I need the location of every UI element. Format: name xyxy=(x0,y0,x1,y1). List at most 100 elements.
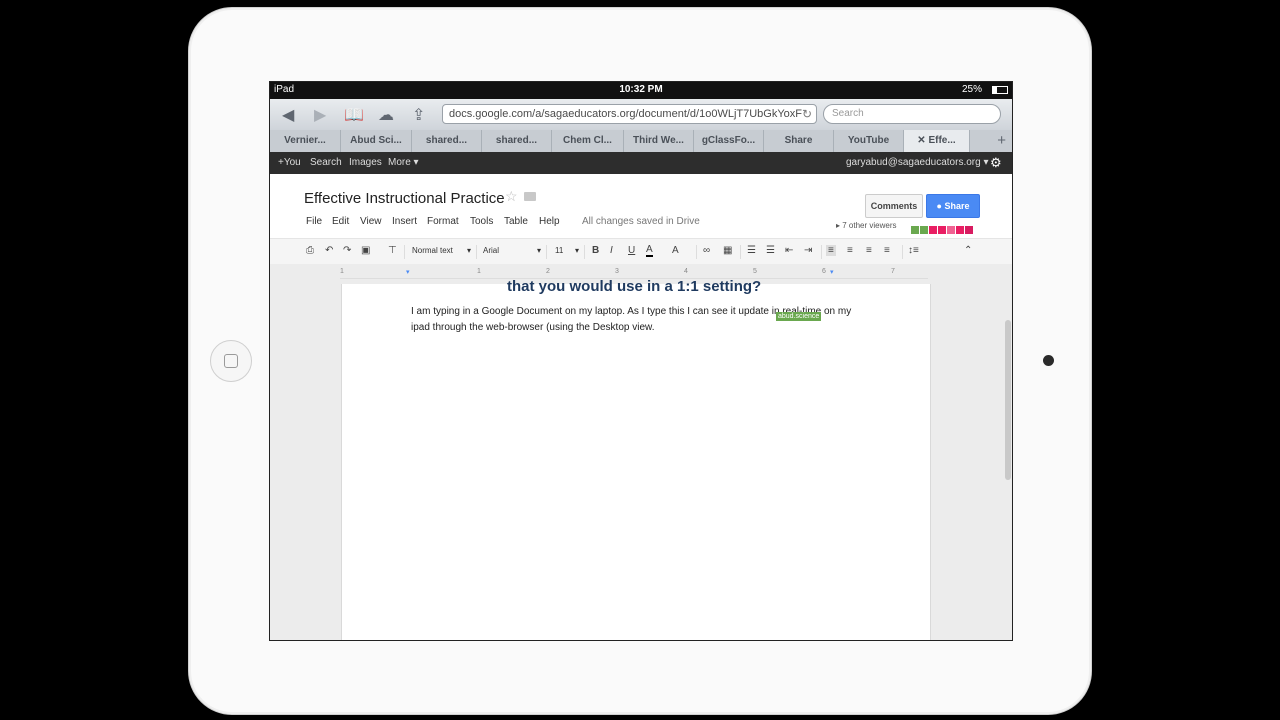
font-dropdown-icon[interactable]: ▾ xyxy=(537,246,541,255)
divider xyxy=(696,245,697,259)
link-icon[interactable]: ∞ xyxy=(703,245,710,256)
justify-icon[interactable]: ≡ xyxy=(884,245,890,256)
document-heading: that you would use in a 1:1 setting? xyxy=(507,278,762,295)
tab[interactable]: YouTube xyxy=(834,130,904,152)
menu-tools[interactable]: Tools xyxy=(470,216,493,227)
tab[interactable]: shared... xyxy=(412,130,482,152)
style-dropdown-icon[interactable]: ▾ xyxy=(467,246,471,255)
gbar-search[interactable]: Search xyxy=(310,157,342,168)
ruler[interactable]: 1 ▾ 1 2 3 4 5 6 ▾ 7 xyxy=(340,268,928,279)
menu-table[interactable]: Table xyxy=(504,216,528,227)
align-left-icon[interactable]: ≡ xyxy=(826,245,836,256)
viewer-swatch[interactable] xyxy=(965,226,973,234)
icloud-icon[interactable]: ☁ xyxy=(378,105,394,125)
home-icon xyxy=(224,354,238,368)
viewer-swatch[interactable] xyxy=(938,226,946,234)
italic-icon[interactable]: I xyxy=(610,245,613,256)
size-select[interactable]: 11 xyxy=(555,246,563,255)
highlight-icon[interactable]: A xyxy=(672,245,679,256)
camera xyxy=(1043,355,1054,366)
menu-insert[interactable]: Insert xyxy=(392,216,417,227)
increase-indent-icon[interactable]: ⇥ xyxy=(804,245,812,256)
tab[interactable]: Chem Cl... xyxy=(552,130,624,152)
gear-icon[interactable]: ⚙ xyxy=(990,155,1002,171)
viewer-swatch[interactable] xyxy=(929,226,937,234)
star-icon[interactable]: ☆ xyxy=(505,188,518,205)
tab-label: Effe... xyxy=(928,135,956,146)
document-page[interactable]: that you would use in a 1:1 setting? I a… xyxy=(341,278,931,640)
bookmarks-icon[interactable]: 📖 xyxy=(344,105,364,125)
numbered-list-icon[interactable]: ☰ xyxy=(747,245,756,256)
align-right-icon[interactable]: ≡ xyxy=(866,245,872,256)
format-toolbar: ⎙ ↶ ↷ ▣ ⊤ Normal text ▾ Arial ▾ 11 ▾ B I… xyxy=(270,238,1012,266)
doc-title[interactable]: Effective Instructional Practice xyxy=(304,190,505,207)
text-color-icon[interactable]: A xyxy=(646,245,653,257)
folder-icon[interactable] xyxy=(524,192,536,201)
insert-image-icon[interactable]: ▦ xyxy=(723,245,732,256)
ruler-tick-label: 5 xyxy=(753,268,757,275)
tab[interactable]: Vernier... xyxy=(270,130,341,152)
collapse-icon[interactable]: ⌃ xyxy=(964,245,972,256)
ruler-tick-label: 2 xyxy=(546,268,550,275)
tab[interactable]: gClassFo... xyxy=(694,130,764,152)
divider xyxy=(902,245,903,259)
underline-icon[interactable]: U xyxy=(628,245,635,256)
tab[interactable]: Share xyxy=(764,130,834,152)
home-button[interactable] xyxy=(210,340,252,382)
viewers-label: 7 other viewers xyxy=(842,221,897,230)
status-bar: iPad 10:32 PM 25% xyxy=(270,82,1012,99)
viewers-count[interactable]: ▸ 7 other viewers xyxy=(836,221,897,230)
paint-format-icon[interactable]: ⊤ xyxy=(388,245,397,256)
right-indent-marker-icon[interactable]: ▾ xyxy=(830,268,834,276)
comments-button[interactable]: Comments xyxy=(865,194,923,218)
scrollbar[interactable] xyxy=(1005,320,1011,480)
divider xyxy=(821,245,822,259)
font-select[interactable]: Arial xyxy=(483,246,499,255)
search-input[interactable]: Search xyxy=(823,104,1001,124)
viewer-swatch[interactable] xyxy=(956,226,964,234)
address-bar[interactable]: docs.google.com/a/sagaeducators.org/docu… xyxy=(442,104,817,124)
indent-marker-icon[interactable]: ▾ xyxy=(406,268,410,276)
ruler-tick-label: 1 xyxy=(477,268,481,275)
menu-file[interactable]: File xyxy=(306,216,322,227)
undo-icon[interactable]: ↶ xyxy=(325,245,333,256)
gbar-you[interactable]: +You xyxy=(278,157,301,168)
tab[interactable]: Abud Sci... xyxy=(341,130,412,152)
new-tab-icon[interactable]: + xyxy=(997,132,1006,149)
paste-icon[interactable]: ▣ xyxy=(361,245,370,256)
align-center-icon[interactable]: ≡ xyxy=(847,245,853,256)
forward-icon[interactable]: ▶ xyxy=(314,105,326,125)
line-spacing-icon[interactable]: ↕≡ xyxy=(908,245,919,256)
account-menu[interactable]: garyabud@sagaeducators.org ▾ xyxy=(846,157,988,168)
viewer-swatch[interactable] xyxy=(911,226,919,234)
tab[interactable]: Third We... xyxy=(624,130,694,152)
size-dropdown-icon[interactable]: ▾ xyxy=(575,246,579,255)
menu-format[interactable]: Format xyxy=(427,216,459,227)
style-select[interactable]: Normal text xyxy=(412,246,453,255)
redo-icon[interactable]: ↷ xyxy=(343,245,351,256)
tab[interactable]: shared... xyxy=(482,130,552,152)
divider xyxy=(740,245,741,259)
decrease-indent-icon[interactable]: ⇤ xyxy=(785,245,793,256)
ruler-tick-label: 4 xyxy=(684,268,688,275)
bulleted-list-icon[interactable]: ☰ xyxy=(766,245,775,256)
menu-help[interactable]: Help xyxy=(539,216,560,227)
viewer-swatch[interactable] xyxy=(947,226,955,234)
close-tab-icon[interactable]: ✕ xyxy=(917,135,928,146)
viewer-swatch[interactable] xyxy=(920,226,928,234)
share-icon[interactable]: ⇪ xyxy=(412,105,425,125)
back-icon[interactable]: ◀ xyxy=(282,105,294,125)
print-icon[interactable]: ⎙ xyxy=(306,245,314,256)
gbar-more[interactable]: More ▾ xyxy=(388,157,419,168)
reload-icon[interactable]: ↻ xyxy=(802,107,812,121)
ruler-tick-label: 3 xyxy=(615,268,619,275)
menu-view[interactable]: View xyxy=(360,216,382,227)
tab-active[interactable]: ✕ Effe... xyxy=(904,130,970,152)
gbar-images[interactable]: Images xyxy=(349,157,382,168)
divider xyxy=(404,245,405,259)
share-button[interactable]: ● Share xyxy=(926,194,980,218)
menu-edit[interactable]: Edit xyxy=(332,216,349,227)
clock: 10:32 PM xyxy=(619,84,663,95)
save-status: All changes saved in Drive xyxy=(582,216,700,227)
bold-icon[interactable]: B xyxy=(592,245,599,256)
